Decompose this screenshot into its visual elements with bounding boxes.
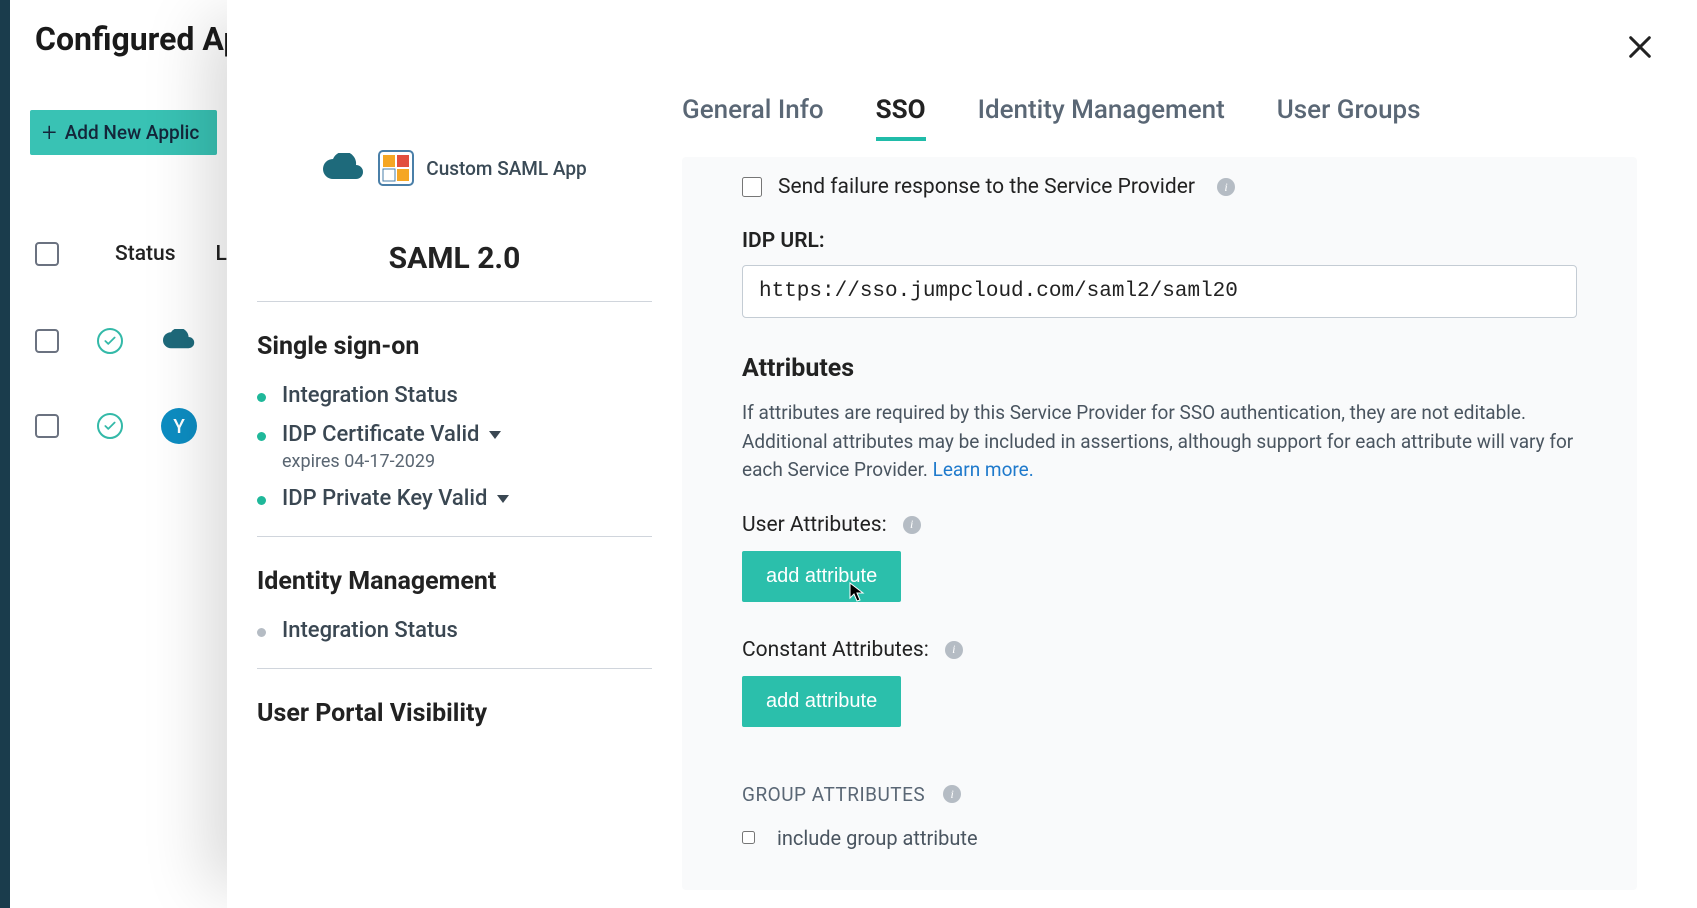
plus-icon: + bbox=[42, 118, 57, 148]
modal-main: General Info SSO Identity Management Use… bbox=[682, 0, 1697, 908]
column-status: Status bbox=[115, 242, 176, 266]
cloud-icon bbox=[322, 153, 366, 183]
table-row[interactable] bbox=[35, 328, 197, 354]
grid-icon bbox=[378, 150, 414, 186]
app-config-modal: Custom SAML App SAML 2.0 Single sign-on … bbox=[227, 0, 1697, 908]
status-active-icon bbox=[97, 328, 123, 354]
add-user-attribute-button[interactable]: add attribute bbox=[742, 551, 901, 602]
idp-url-input[interactable] bbox=[742, 265, 1577, 318]
attributes-description: If attributes are required by this Servi… bbox=[742, 399, 1577, 485]
avatar: Y bbox=[161, 408, 197, 444]
row-checkbox[interactable] bbox=[35, 329, 59, 353]
sidebar-section-sso: Single sign-on bbox=[257, 332, 652, 361]
divider bbox=[257, 668, 652, 669]
include-group-checkbox[interactable] bbox=[742, 831, 755, 844]
divider bbox=[257, 301, 652, 302]
send-failure-row: Send failure response to the Service Pro… bbox=[742, 175, 1577, 199]
add-constant-attribute-button[interactable]: add attribute bbox=[742, 676, 901, 727]
add-application-label: Add New Applic bbox=[65, 121, 200, 144]
select-all-checkbox[interactable] bbox=[35, 242, 59, 266]
idp-url-label: IDP URL: bbox=[742, 229, 1577, 253]
send-failure-checkbox[interactable] bbox=[742, 177, 762, 197]
column-second: L bbox=[216, 242, 227, 266]
learn-more-link[interactable]: Learn more. bbox=[933, 458, 1034, 481]
include-group-row: include group attribute bbox=[742, 826, 1577, 850]
left-nav-strip bbox=[0, 0, 10, 908]
sso-form-panel: Send failure response to the Service Pro… bbox=[682, 157, 1637, 890]
include-group-label: include group attribute bbox=[777, 826, 978, 850]
saml-heading: SAML 2.0 bbox=[257, 241, 652, 276]
tab-bar: General Info SSO Identity Management Use… bbox=[682, 95, 1637, 139]
app-icon-header: Custom SAML App bbox=[257, 150, 652, 186]
chevron-down-icon bbox=[497, 495, 509, 503]
status-active-icon bbox=[97, 413, 123, 439]
sidebar-item-idp-key[interactable]: IDP Private Key Valid bbox=[257, 486, 652, 511]
modal-sidebar: Custom SAML App SAML 2.0 Single sign-on … bbox=[227, 0, 682, 908]
add-application-button[interactable]: + Add New Applic bbox=[30, 110, 217, 155]
status-dot-icon bbox=[257, 432, 266, 441]
group-attributes-label: GROUP ATTRIBUTES bbox=[742, 783, 925, 806]
page-title: Configured App bbox=[35, 20, 259, 58]
send-failure-label: Send failure response to the Service Pro… bbox=[778, 175, 1195, 199]
tab-general-info[interactable]: General Info bbox=[682, 95, 824, 139]
info-icon[interactable]: i bbox=[903, 516, 921, 534]
table-header: Status L bbox=[35, 242, 227, 266]
constant-attributes-label: Constant Attributes: bbox=[742, 638, 929, 662]
tab-sso[interactable]: SSO bbox=[876, 95, 926, 139]
sidebar-item-integration-status[interactable]: Integration Status bbox=[257, 383, 652, 408]
cloud-icon bbox=[161, 329, 197, 353]
info-icon[interactable]: i bbox=[1217, 178, 1235, 196]
info-icon[interactable]: i bbox=[943, 785, 961, 803]
tab-identity-management[interactable]: Identity Management bbox=[978, 95, 1225, 139]
row-checkbox[interactable] bbox=[35, 414, 59, 438]
app-name-label: Custom SAML App bbox=[426, 157, 586, 180]
status-dot-icon bbox=[257, 393, 266, 402]
sidebar-item-sublabel: expires 04-17-2029 bbox=[282, 451, 501, 472]
status-dot-icon bbox=[257, 628, 266, 637]
sidebar-section-idm: Identity Management bbox=[257, 567, 652, 596]
sidebar-item-label: IDP Certificate Valid bbox=[282, 422, 479, 447]
sidebar-item-idm-status[interactable]: Integration Status bbox=[257, 618, 652, 643]
sidebar-section-portal: User Portal Visibility bbox=[257, 699, 652, 728]
divider bbox=[257, 536, 652, 537]
sidebar-item-label: Integration Status bbox=[282, 618, 458, 643]
chevron-down-icon bbox=[489, 431, 501, 439]
tab-user-groups[interactable]: User Groups bbox=[1277, 95, 1421, 139]
user-attributes-label: User Attributes: bbox=[742, 513, 887, 537]
sidebar-item-label: IDP Private Key Valid bbox=[282, 486, 487, 511]
attributes-heading: Attributes bbox=[742, 354, 1577, 383]
info-icon[interactable]: i bbox=[945, 641, 963, 659]
status-dot-icon bbox=[257, 496, 266, 505]
sidebar-item-label: Integration Status bbox=[282, 383, 458, 408]
table-row[interactable]: Y bbox=[35, 408, 197, 444]
sidebar-item-idp-cert[interactable]: IDP Certificate Valid expires 04-17-2029 bbox=[257, 422, 652, 472]
